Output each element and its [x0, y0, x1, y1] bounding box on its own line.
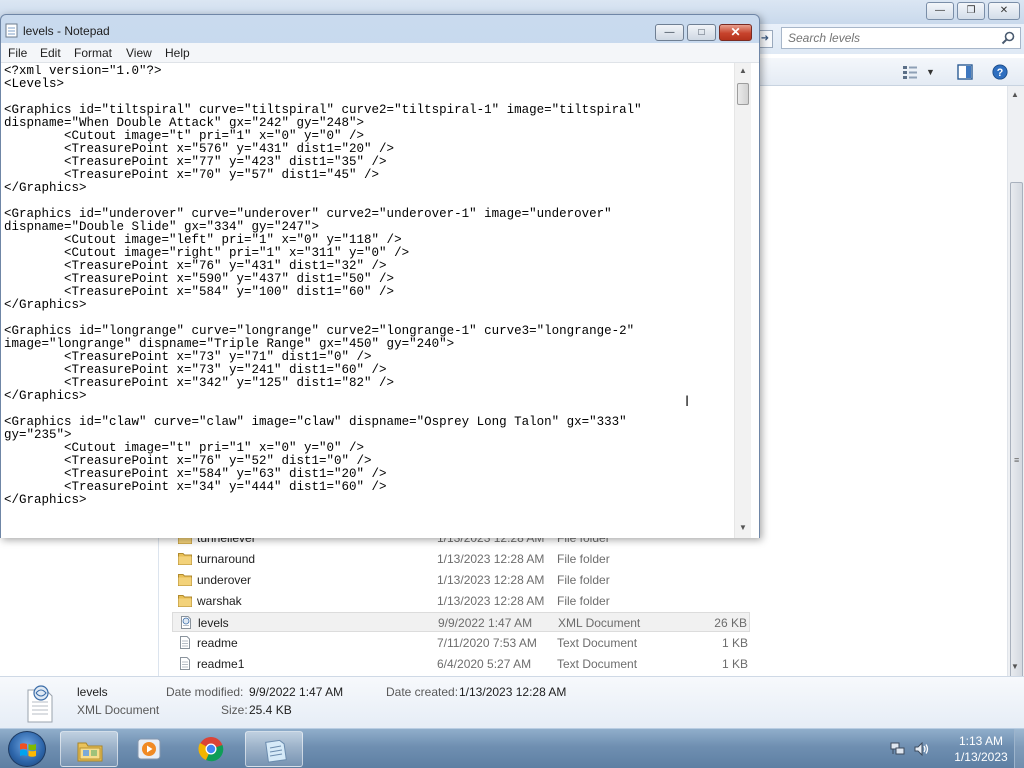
file-row[interactable]: readme1 6/4/2020 5:27 AM Text Document 1 KB [172, 654, 750, 674]
windows-logo-icon [20, 743, 36, 757]
menu-view[interactable]: View [126, 46, 152, 60]
preview-pane-icon[interactable] [957, 64, 973, 80]
notepad-titlebar[interactable]: levels - Notepad — □ ✕ [1, 15, 759, 43]
file-size: 1 KB [721, 657, 748, 671]
taskbar-media-player[interactable] [120, 731, 178, 767]
menu-help[interactable]: Help [165, 46, 190, 60]
notepad-text-area[interactable]: <?xml version="1.0"?> <Levels> <Graphics… [4, 65, 732, 535]
notification-area: 1:13 AM 1/13/2023 [880, 729, 1024, 768]
show-desktop-button[interactable] [1014, 729, 1024, 768]
explorer-close-button[interactable]: ✕ [988, 2, 1020, 20]
file-date-modified: 1/13/2023 12:28 AM [437, 573, 545, 587]
search-input[interactable] [788, 30, 988, 46]
file-date-modified: 1/13/2023 12:28 AM [437, 594, 545, 608]
menu-edit[interactable]: Edit [40, 46, 61, 60]
help-icon[interactable]: ? [991, 64, 1009, 80]
file-date-modified: 7/11/2020 7:53 AM [437, 636, 537, 650]
file-list-scrollbar[interactable]: ▲ ≡ ▼ [1007, 86, 1024, 742]
notepad-close-button[interactable]: ✕ [719, 24, 752, 41]
scroll-down-arrow-icon[interactable]: ▼ [1011, 662, 1019, 671]
chrome-icon [198, 737, 224, 762]
folder-icon [178, 553, 192, 565]
text-document-icon [180, 636, 190, 649]
date-modified-label: Date modified: [166, 685, 244, 699]
details-pane: levels XML Document Date modified: 9/9/2… [0, 676, 1024, 728]
text-document-icon [180, 657, 190, 670]
svg-text:?: ? [997, 67, 1004, 79]
file-name: readme [197, 636, 238, 650]
taskbar-chrome[interactable] [182, 731, 240, 767]
explorer-restore-button[interactable]: ❐ [957, 2, 985, 20]
scrollbar-thumb[interactable]: ≡ [1010, 182, 1023, 742]
date-created-value: 1/13/2023 12:28 AM [459, 685, 567, 699]
file-date-modified: 6/4/2020 5:27 AM [437, 657, 532, 671]
scroll-up-arrow-icon[interactable]: ▲ [1011, 90, 1019, 99]
notepad-menu-bar: File Edit Format View Help [1, 43, 759, 63]
notepad-scroll-down-arrow-icon[interactable]: ▼ [739, 523, 747, 532]
folder-icon [178, 595, 192, 607]
file-type: Text Document [557, 657, 638, 671]
size-value: 25.4 KB [249, 703, 292, 717]
notepad-scrollbar-thumb[interactable] [737, 83, 749, 105]
file-type: File folder [557, 573, 610, 587]
taskbar-notepad[interactable] [245, 731, 303, 767]
notepad-scroll-up-arrow-icon[interactable]: ▲ [739, 66, 747, 75]
scrollbar-grip-icon: ≡ [1014, 455, 1020, 465]
file-size: 1 KB [721, 636, 748, 650]
details-file-name: levels [77, 685, 108, 699]
file-type: File folder [557, 594, 610, 608]
file-date-modified: 1/13/2023 12:28 AM [437, 552, 545, 566]
search-icon[interactable] [1000, 30, 1016, 46]
file-date-modified: 9/9/2022 1:47 AM [438, 616, 533, 630]
taskbar: 1:13 AM 1/13/2023 [0, 728, 1024, 768]
clock-time[interactable]: 1:13 AM [946, 734, 1016, 748]
notepad-icon [265, 739, 287, 763]
file-name: levels [198, 616, 229, 630]
view-options-dropdown-icon[interactable]: ▼ [926, 64, 936, 80]
clock-date[interactable]: 1/13/2023 [946, 750, 1016, 764]
notepad-editor: <?xml version="1.0"?> <Levels> <Graphics… [1, 63, 759, 538]
volume-icon[interactable] [914, 742, 930, 756]
file-row[interactable]: warshak 1/13/2023 12:28 AM File folder [172, 591, 750, 611]
file-name: warshak [197, 594, 242, 608]
menu-format[interactable]: Format [74, 46, 112, 60]
taskbar-windows-explorer[interactable] [60, 731, 118, 767]
file-name: readme1 [197, 657, 245, 671]
notepad-app-icon[interactable] [5, 23, 18, 38]
xml-document-icon [27, 685, 53, 723]
date-created-label: Date created: [386, 685, 459, 699]
explorer-minimize-button[interactable]: — [926, 2, 954, 20]
file-row[interactable]: underover 1/13/2023 12:28 AM File folder [172, 570, 750, 590]
menu-file[interactable]: File [8, 46, 27, 60]
search-box[interactable] [781, 27, 1021, 49]
file-type: File folder [557, 552, 610, 566]
network-icon[interactable] [890, 742, 906, 756]
notepad-vertical-scrollbar[interactable]: ▲ ▼ [734, 63, 751, 538]
file-row[interactable]: readme 7/11/2020 7:53 AM Text Document 1 KB [172, 633, 750, 653]
file-name: turnaround [197, 552, 256, 566]
size-label: Size: [221, 703, 248, 717]
change-view-icon[interactable] [902, 64, 918, 80]
details-file-type: XML Document [77, 703, 160, 717]
notepad-minimize-button[interactable]: — [655, 24, 684, 41]
file-row[interactable]: turnaround 1/13/2023 12:28 AM File folder [172, 549, 750, 569]
file-row[interactable]: levels 9/9/2022 1:47 AM XML Document 26 KB [172, 612, 750, 632]
folder-icon [77, 742, 103, 762]
text-select-cursor-icon: I [685, 394, 690, 410]
start-button[interactable] [8, 731, 46, 767]
notepad-window: levels - Notepad — □ ✕ File Edit Format … [0, 14, 760, 538]
folder-icon [178, 574, 192, 586]
media-player-icon [137, 738, 161, 760]
file-size: 26 KB [714, 616, 747, 630]
file-type: Text Document [557, 636, 638, 650]
date-modified-value: 9/9/2022 1:47 AM [249, 685, 344, 699]
notepad-title: levels - Notepad [23, 24, 110, 38]
file-type: XML Document [558, 616, 641, 630]
file-name: underover [197, 573, 252, 587]
notepad-maximize-button[interactable]: □ [687, 24, 716, 41]
xml-document-icon [181, 616, 191, 629]
